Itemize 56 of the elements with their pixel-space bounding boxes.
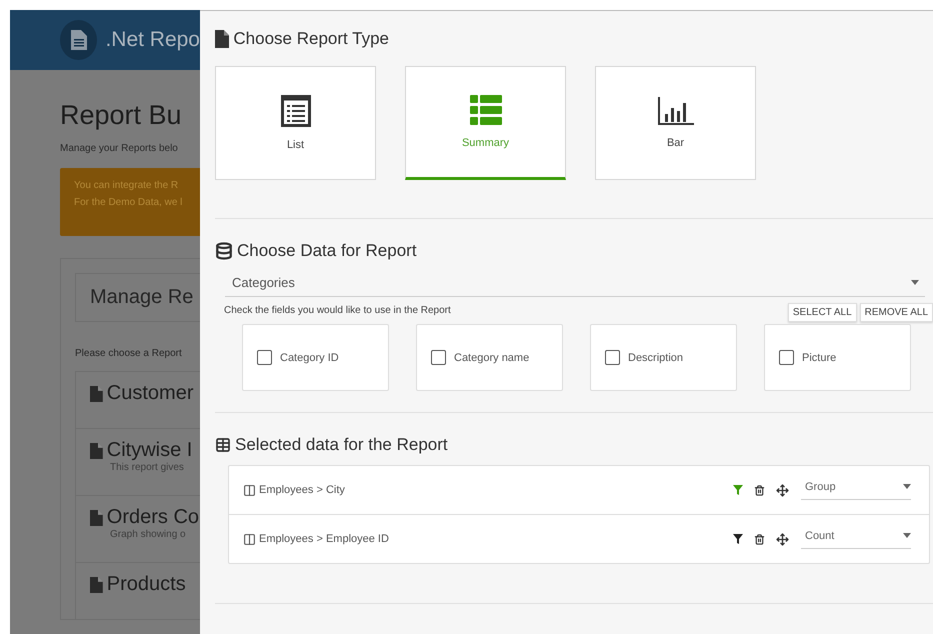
column-icon	[243, 532, 256, 546]
checkbox[interactable]	[257, 350, 272, 365]
field-option[interactable]: Category ID	[242, 324, 389, 391]
section-title: Choose Report Type	[233, 29, 390, 49]
hint-text: Check the fields you would like to use in the Report	[224, 305, 451, 316]
document-icon	[90, 386, 103, 402]
report-name: Customer	[106, 382, 194, 405]
field-label: Category name	[454, 352, 530, 364]
checkbox[interactable]	[605, 350, 620, 365]
field-path: Employees > Employee ID	[259, 533, 389, 545]
report-type-card[interactable]: List	[215, 66, 376, 180]
report-name: Products	[106, 573, 186, 596]
report-description: Graph showing o	[110, 529, 187, 540]
document-icon	[215, 30, 230, 48]
page-title: Report Bu	[60, 100, 183, 131]
field-label: Category ID	[280, 352, 339, 364]
field-label: Picture	[802, 352, 836, 364]
document-icon	[90, 442, 103, 458]
report-name: Citywise I	[106, 439, 192, 462]
document-icon	[90, 576, 103, 592]
logo-icon	[60, 20, 98, 60]
filter-icon[interactable]	[733, 534, 743, 544]
list-icon	[280, 95, 310, 127]
action-button[interactable]: REMOVE ALL	[860, 303, 933, 322]
caret-icon	[903, 533, 911, 538]
bar-chart-icon	[658, 97, 694, 125]
app-title: .Net Repo	[105, 28, 200, 52]
aggregate-dropdown[interactable]: Group	[801, 480, 911, 500]
caret-icon	[903, 484, 911, 489]
list-icon	[470, 95, 502, 125]
field-option[interactable]: Picture	[764, 324, 911, 391]
prompt-text: Please choose a Report	[75, 348, 183, 359]
field-path: Employees > City	[259, 484, 345, 496]
move-icon[interactable]	[776, 484, 789, 496]
trash-icon[interactable]	[754, 484, 765, 496]
action-button[interactable]: SELECT ALL	[788, 303, 857, 322]
checkbox[interactable]	[779, 350, 794, 365]
section-title: Selected data for the Report	[235, 435, 448, 455]
data-dropdown[interactable]: Categories	[225, 275, 925, 297]
table-icon	[215, 437, 231, 453]
caret-icon	[911, 280, 919, 285]
column-icon	[243, 484, 256, 496]
section-title: Choose Data for Report	[237, 241, 417, 261]
field-label: Description	[628, 352, 684, 364]
report-description: This report gives	[110, 462, 185, 473]
trash-icon[interactable]	[754, 534, 765, 544]
move-icon[interactable]	[776, 532, 789, 546]
field-option[interactable]: Category name	[416, 324, 563, 391]
page-subtitle: Manage your Reports belo	[60, 143, 179, 154]
report-name: Orders Co	[106, 506, 200, 529]
checkbox[interactable]	[431, 350, 446, 365]
aggregate-dropdown[interactable]: Count	[801, 530, 911, 548]
field-option[interactable]: Description	[590, 324, 737, 391]
report-type-card[interactable]: Bar	[595, 66, 756, 180]
database-icon	[215, 242, 233, 260]
document-icon	[90, 510, 103, 526]
